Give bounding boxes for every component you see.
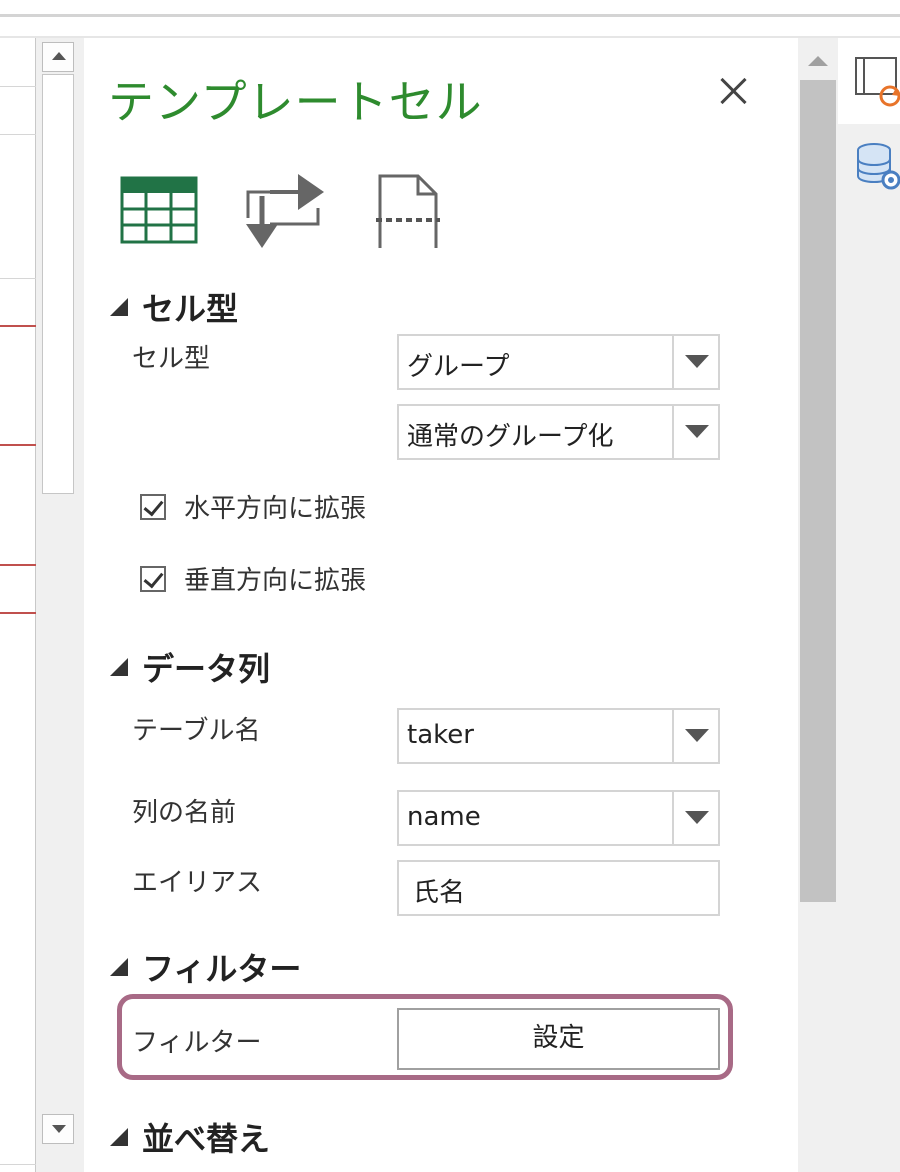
cell-type-label: セル型 [132, 344, 211, 374]
arrow-down-icon [52, 1125, 66, 1133]
side-tab-strip [838, 38, 900, 1172]
column-name-value: name [407, 802, 481, 832]
alias-value: 氏名 [413, 878, 466, 908]
cell-border-red [0, 612, 36, 614]
scroll-up-button[interactable] [42, 42, 74, 72]
chevron-down-icon[interactable] [672, 336, 718, 388]
spreadsheet-area[interactable] [0, 38, 36, 1172]
section-data-column[interactable]: データ列 [110, 644, 270, 690]
cell-border-red [0, 564, 36, 566]
arrow-up-icon[interactable] [808, 56, 828, 66]
filter-label: フィルター [132, 1028, 262, 1058]
cell-border-red [0, 325, 36, 327]
section-heading: セル型 [142, 290, 239, 328]
template-cell-panel: テンプレートセル セル型 セル型 グループ 通常のグループ化 水平方向に拡張 垂… [84, 38, 798, 1172]
database-settings-icon[interactable] [856, 142, 900, 192]
chevron-down-icon[interactable] [672, 792, 718, 844]
expand-horizontal-checkbox[interactable] [140, 494, 166, 520]
section-filter[interactable]: フィルター [110, 944, 301, 990]
column-name-select[interactable]: name [397, 790, 720, 846]
table-name-label: テーブル名 [132, 716, 261, 746]
cell-type-value: グループ [407, 352, 510, 382]
top-bar [0, 0, 900, 38]
grid-line [0, 134, 36, 135]
grid-line [0, 86, 36, 87]
table-grid-icon[interactable] [120, 172, 198, 244]
swap-arrows-icon[interactable] [242, 172, 326, 250]
group-mode-value: 通常のグループ化 [407, 422, 614, 452]
expand-vertical-checkbox[interactable] [140, 566, 166, 592]
column-name-label: 列の名前 [132, 798, 237, 828]
panel-title: テンプレートセル [108, 75, 483, 129]
page-break-icon[interactable] [376, 172, 440, 252]
alias-input[interactable]: 氏名 [397, 860, 720, 916]
section-cell-type[interactable]: セル型 [110, 284, 238, 330]
scrollbar-thumb[interactable] [800, 80, 836, 902]
expand-vertical-label: 垂直方向に拡張 [184, 566, 367, 596]
table-name-select[interactable]: taker [397, 708, 720, 764]
collapse-triangle-icon [110, 298, 128, 316]
expand-horizontal-label: 水平方向に拡張 [184, 494, 367, 524]
collapse-triangle-icon [110, 958, 128, 976]
table-name-value: taker [407, 720, 474, 750]
collapse-triangle-icon [110, 1128, 128, 1146]
scroll-down-button[interactable] [42, 1114, 74, 1144]
chevron-down-icon[interactable] [672, 406, 718, 458]
filter-settings-button[interactable]: 設定 [397, 1008, 720, 1070]
collapse-triangle-icon [110, 658, 128, 676]
group-mode-select[interactable]: 通常のグループ化 [397, 404, 720, 460]
alias-label: エイリアス [132, 868, 263, 898]
scrollbar-thumb[interactable] [42, 74, 74, 494]
close-icon[interactable] [716, 74, 750, 108]
panel-vertical-scrollbar[interactable] [798, 38, 838, 1172]
top-divider [0, 14, 900, 17]
arrow-up-icon [52, 52, 66, 60]
side-tab-template-cell[interactable] [838, 38, 900, 124]
cell-type-select[interactable]: グループ [397, 334, 720, 390]
sheet-vertical-scrollbar[interactable] [36, 38, 84, 1172]
template-refresh-icon [855, 57, 900, 107]
section-heading: 並べ替え [142, 1120, 271, 1158]
chevron-down-icon[interactable] [672, 710, 718, 762]
grid-line [0, 1164, 36, 1165]
cell-border-red [0, 444, 36, 446]
section-heading: データ列 [142, 650, 271, 688]
section-sort[interactable]: 並べ替え [110, 1114, 270, 1160]
section-heading: フィルター [142, 950, 302, 988]
grid-line [0, 278, 36, 279]
